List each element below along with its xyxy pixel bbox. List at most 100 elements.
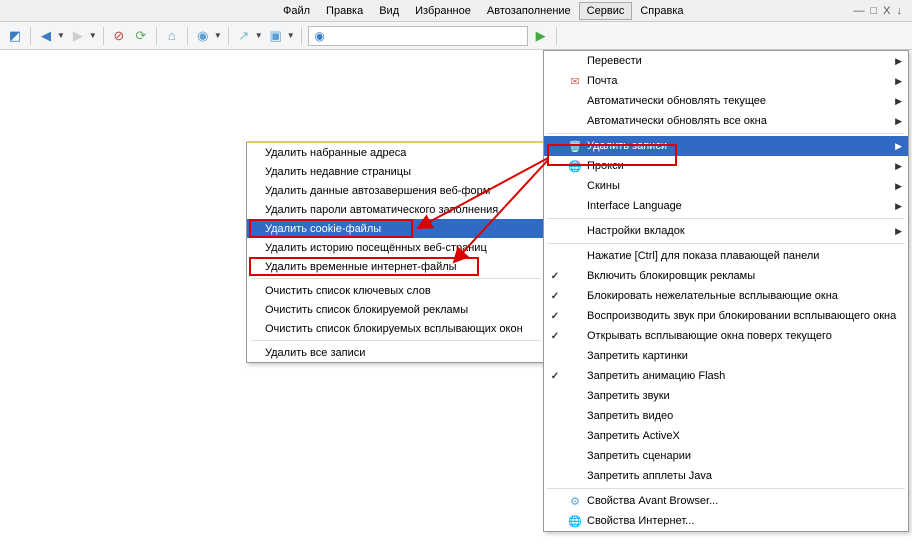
dropdown-item[interactable]: 🌐Прокси▶ <box>544 156 908 176</box>
submenu-item[interactable]: Удалить данные автозавершения веб-форм <box>247 181 545 200</box>
forward-button[interactable]: ▶ <box>69 27 87 45</box>
menu-item-label: Свойства Интернет... <box>587 515 902 527</box>
submenu-item[interactable]: Очистить список ключевых слов <box>247 281 545 300</box>
content-area: Удалить набранные адреса Удалить недавние… <box>0 50 912 500</box>
menu-favorites[interactable]: Избранное <box>407 2 479 20</box>
dropdown-item[interactable]: ✉Почта▶ <box>544 71 908 91</box>
minimize-icon[interactable]: — <box>854 5 865 17</box>
menu-autofill[interactable]: Автозаполнение <box>479 2 579 20</box>
dropdown-item[interactable]: 🌐Свойства Интернет... <box>544 511 908 531</box>
submenu-item[interactable]: Удалить все записи <box>247 343 545 362</box>
submenu-arrow-icon: ▶ <box>895 161 902 172</box>
menu-item-label: Запретить видео <box>587 410 902 422</box>
separator <box>156 27 157 45</box>
checkbox-slot <box>547 388 563 404</box>
icon-slot <box>567 268 583 284</box>
menu-edit[interactable]: Правка <box>318 2 371 20</box>
submenu-item[interactable]: Удалить пароли автоматического заполнени… <box>247 200 545 219</box>
icon-slot <box>567 348 583 364</box>
dropdown-item[interactable]: Нажатие [Ctrl] для показа плавающей пане… <box>544 246 908 266</box>
menu-item-label: Запретить звуки <box>587 390 902 402</box>
dropdown-item[interactable]: Запретить сценарии <box>544 446 908 466</box>
menu-separator <box>547 133 905 134</box>
checkbox-slot <box>547 468 563 484</box>
checkbox-checked-icon <box>547 268 563 284</box>
window-controls: — □ X ↓ <box>854 5 912 17</box>
menu-item-label: Почта <box>587 75 891 87</box>
icon-slot <box>567 113 583 129</box>
dropdown-item[interactable]: Настройки вкладок▶ <box>544 221 908 241</box>
share-button[interactable]: ↗ <box>235 27 253 45</box>
dropdown-item[interactable]: Запретить картинки <box>544 346 908 366</box>
go-button[interactable]: ▶ <box>532 27 550 45</box>
submenu-arrow-icon: ▶ <box>895 181 902 192</box>
submenu-item[interactable]: Очистить список блокируемой рекламы <box>247 300 545 319</box>
menu-item-label: Перевести <box>587 55 891 67</box>
dropdown-item[interactable]: Блокировать нежелательные всплывающие ок… <box>544 286 908 306</box>
menu-help[interactable]: Справка <box>632 2 691 20</box>
icon-slot <box>567 223 583 239</box>
menu-item-label: Свойства Avant Browser... <box>587 495 902 507</box>
dropdown-item[interactable]: Запретить анимацию Flash <box>544 366 908 386</box>
dropdown-item[interactable]: Interface Language▶ <box>544 196 908 216</box>
checkbox-slot <box>547 113 563 129</box>
dropdown-item[interactable]: ⚙Свойства Avant Browser... <box>544 491 908 511</box>
menu-item-label: Interface Language <box>587 200 891 212</box>
checkbox-slot <box>547 513 563 529</box>
dropdown-item[interactable]: Скины▶ <box>544 176 908 196</box>
submenu-item[interactable]: Удалить набранные адреса <box>247 143 545 162</box>
submenu-item[interactable]: Удалить временные интернет-файлы <box>247 257 545 276</box>
submenu-item[interactable]: Очистить список блокируемых всплывающих … <box>247 319 545 338</box>
dropdown-item[interactable]: Включить блокировщик рекламы <box>544 266 908 286</box>
submenu-arrow-icon: ▶ <box>895 96 902 107</box>
menu-view[interactable]: Вид <box>371 2 407 20</box>
toolbar: ◩ ◀▼ ▶▼ ⊘ ⟳ ⌂ ◉▼ ↗▼ ▣▼ ◉ ▶ <box>0 22 912 50</box>
checkbox-slot <box>547 138 563 154</box>
menu-separator <box>547 218 905 219</box>
dropdown-item[interactable]: Перевести ▶ <box>544 51 908 71</box>
submenu-arrow-icon: ▶ <box>895 226 902 237</box>
dropdown-item[interactable]: Запретить звуки <box>544 386 908 406</box>
submenu-item-label: Удалить недавние страницы <box>265 166 411 178</box>
document-button[interactable]: ▣ <box>267 27 285 45</box>
dropdown-item[interactable]: 🗑Удалить записи▶ <box>544 136 908 156</box>
checkbox-slot <box>547 428 563 444</box>
back-button[interactable]: ◀ <box>37 27 55 45</box>
submenu-item-label: Удалить набранные адреса <box>265 147 406 159</box>
menu-item-label: Блокировать нежелательные всплывающие ок… <box>587 290 902 302</box>
stop-button[interactable]: ⊘ <box>110 27 128 45</box>
submenu-arrow-icon: ▶ <box>895 56 902 67</box>
home-button[interactable]: ⌂ <box>163 27 181 45</box>
submenu-item[interactable]: Удалить cookie-файлы <box>247 219 545 238</box>
submenu-item[interactable]: Удалить недавние страницы <box>247 162 545 181</box>
menu-item-label: Воспроизводить звук при блокировании всп… <box>587 310 902 322</box>
submenu-item[interactable]: Удалить историю посещённых веб-страниц <box>247 238 545 257</box>
dropdown-item[interactable]: Автоматически обновлять текущее▶ <box>544 91 908 111</box>
globe-button[interactable]: ◉ <box>194 27 212 45</box>
maximize-icon[interactable]: □ <box>871 5 878 17</box>
menu-separator <box>251 340 541 341</box>
dropdown-item[interactable]: Запретить ActiveX <box>544 426 908 446</box>
menu-item-icon: ✉ <box>567 73 583 89</box>
dropdown-item[interactable]: Открывать всплывающие окна поверх текуще… <box>544 326 908 346</box>
menu-item-label: Прокси <box>587 160 891 172</box>
submenu-item-label: Очистить список блокируемых всплывающих … <box>265 323 523 335</box>
reload-button[interactable]: ⟳ <box>132 27 150 45</box>
dropdown-item[interactable]: Запретить апплеты Java <box>544 466 908 486</box>
dropdown-item[interactable]: Воспроизводить звук при блокировании всп… <box>544 306 908 326</box>
checkbox-slot <box>547 198 563 214</box>
dropdown-icon[interactable]: ↓ <box>897 5 903 17</box>
dropdown-item[interactable]: Автоматически обновлять все окна▶ <box>544 111 908 131</box>
submenu-item-label: Удалить пароли автоматического заполнени… <box>265 204 498 216</box>
checkbox-checked-icon <box>547 328 563 344</box>
submenu-item-label: Удалить cookie-файлы <box>265 223 381 235</box>
dropdown-item[interactable]: Запретить видео <box>544 406 908 426</box>
submenu-item-label: Удалить временные интернет-файлы <box>265 261 457 273</box>
close-icon[interactable]: X <box>883 5 890 17</box>
menu-file[interactable]: Файл <box>275 2 318 20</box>
menu-service[interactable]: Сервис <box>579 2 633 20</box>
checkbox-slot <box>547 53 563 69</box>
icon-slot <box>567 198 583 214</box>
address-bar[interactable]: ◉ <box>308 26 528 46</box>
submenu-item-label: Удалить все записи <box>265 347 365 359</box>
